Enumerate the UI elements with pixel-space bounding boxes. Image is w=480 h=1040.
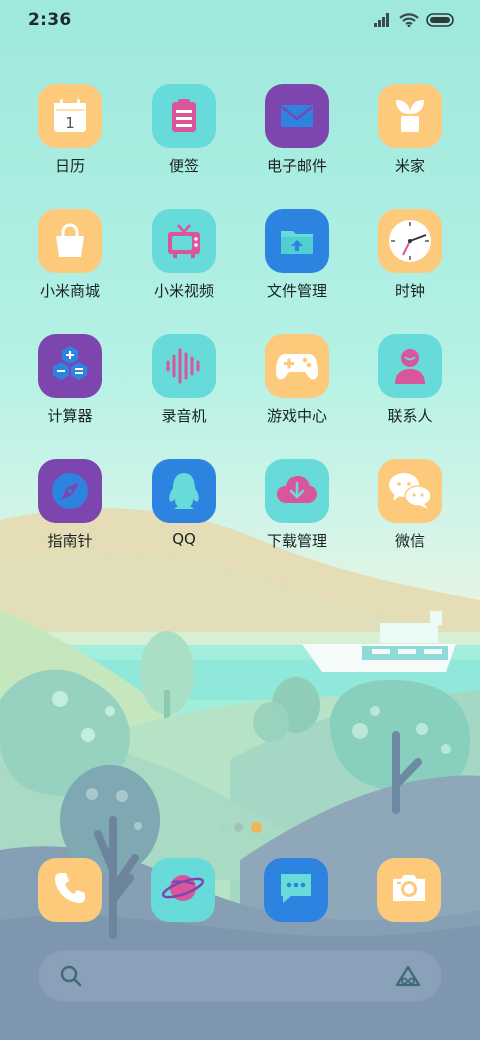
- search-icon[interactable]: [59, 964, 83, 992]
- app-mijia[interactable]: 米家: [350, 84, 470, 176]
- status-bar: 2:36: [0, 0, 480, 42]
- message-icon: [277, 870, 315, 910]
- app-label: 录音机: [161, 407, 207, 425]
- app-label: 游戏中心: [266, 407, 327, 425]
- gamepad-icon: [265, 334, 329, 398]
- mail-icon: [265, 84, 329, 148]
- app-label: 联系人: [387, 407, 433, 425]
- app-label: QQ: [172, 530, 196, 548]
- status-icons: [374, 11, 454, 31]
- dock-messages[interactable]: [264, 858, 328, 922]
- app-calendar[interactable]: 1 日历: [10, 84, 130, 176]
- app-mi-video[interactable]: 小米视频: [124, 209, 244, 301]
- dock-phone[interactable]: [38, 858, 102, 922]
- battery-icon: [426, 12, 454, 31]
- app-clock[interactable]: 时钟: [350, 209, 470, 301]
- wifi-icon: [399, 12, 419, 31]
- compass-icon: [38, 459, 102, 523]
- chat-bubbles-icon: [378, 459, 442, 523]
- page-dot[interactable]: [234, 823, 243, 832]
- app-label: 小米视频: [153, 282, 214, 300]
- folder-icon: [265, 209, 329, 273]
- svg-text:1: 1: [65, 114, 75, 132]
- app-notes[interactable]: 便签: [124, 84, 244, 176]
- app-label: 指南针: [47, 532, 93, 550]
- app-label: 文件管理: [266, 282, 327, 300]
- app-email[interactable]: 电子邮件: [237, 84, 357, 176]
- app-file-manager[interactable]: 文件管理: [237, 209, 357, 301]
- camera-icon: [389, 871, 429, 909]
- app-mi-store[interactable]: 小米商城: [10, 209, 130, 301]
- page-dot-active[interactable]: [251, 822, 262, 833]
- calculator-icon: [38, 334, 102, 398]
- dock-browser[interactable]: [151, 858, 215, 922]
- download-cloud-icon: [265, 459, 329, 523]
- penguin-icon: [152, 459, 216, 523]
- shopping-bag-icon: [38, 209, 102, 273]
- status-time: 2:36: [28, 10, 72, 30]
- app-label: 小米商城: [39, 282, 100, 300]
- app-calculator[interactable]: 计算器: [10, 334, 130, 426]
- app-qq[interactable]: QQ: [124, 459, 244, 548]
- sound-wave-icon: [152, 334, 216, 398]
- notes-icon: [152, 84, 216, 148]
- phone-icon: [52, 870, 88, 910]
- plant-icon: [378, 84, 442, 148]
- app-wechat[interactable]: 微信: [350, 459, 470, 551]
- dock-camera[interactable]: [377, 858, 441, 922]
- app-label: 便签: [168, 157, 199, 175]
- search-bar[interactable]: [38, 950, 442, 1002]
- app-label: 电子邮件: [266, 157, 327, 175]
- page-indicator: ≡: [0, 822, 480, 833]
- assistant-icon[interactable]: [395, 965, 421, 991]
- signal-icon: [374, 12, 392, 31]
- clock-icon: [378, 209, 442, 273]
- list-view-icon[interactable]: ≡: [218, 822, 226, 832]
- app-label: 微信: [394, 532, 425, 550]
- app-label: 日历: [54, 157, 85, 175]
- app-recorder[interactable]: 录音机: [124, 334, 244, 426]
- app-downloads[interactable]: 下载管理: [237, 459, 357, 551]
- person-icon: [378, 334, 442, 398]
- app-label: 下载管理: [266, 532, 327, 550]
- app-label: 米家: [394, 157, 425, 175]
- app-game-center[interactable]: 游戏中心: [237, 334, 357, 426]
- tv-icon: [152, 209, 216, 273]
- planet-icon: [160, 868, 206, 912]
- app-label: 时钟: [394, 282, 425, 300]
- app-compass[interactable]: 指南针: [10, 459, 130, 551]
- app-label: 计算器: [47, 407, 93, 425]
- calendar-icon: 1: [38, 84, 102, 148]
- app-contacts[interactable]: 联系人: [350, 334, 470, 426]
